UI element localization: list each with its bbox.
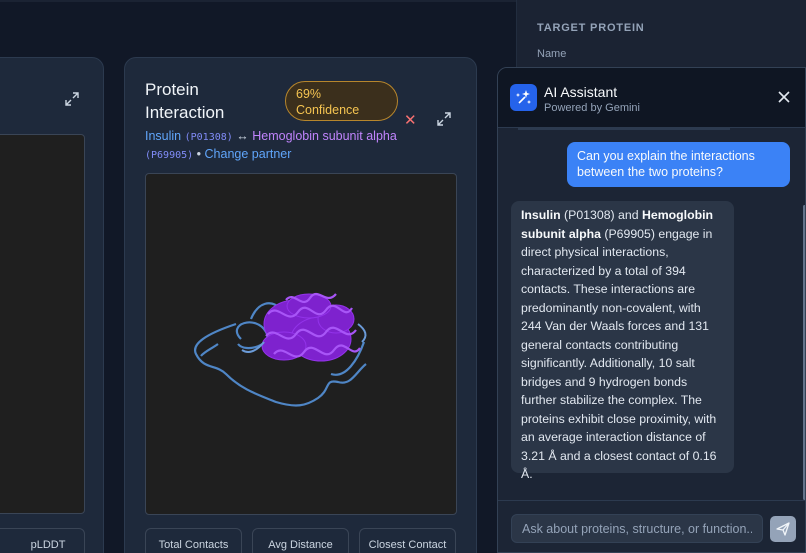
protein-a-name[interactable]: Insulin	[145, 129, 181, 143]
name-label: Name	[537, 48, 567, 60]
protein-a-id: (P01308)	[184, 132, 233, 143]
assistant-header: AI Assistant Powered by Gemini	[498, 68, 805, 128]
send-button[interactable]	[770, 516, 796, 542]
change-partner-link[interactable]: Change partner	[205, 147, 292, 161]
user-message: Can you explain the interactions between…	[567, 142, 790, 187]
assistant-message: Insulin (P01308) and Hemoglobin subunit …	[511, 201, 734, 481]
send-icon	[776, 522, 790, 536]
card-title: Protein Interaction	[145, 80, 225, 122]
protein-complex-structure	[193, 292, 367, 407]
protein-interaction-card: Protein Interaction 69% Confidence ✕ Ins…	[124, 57, 477, 553]
separator-dot: •	[196, 147, 202, 161]
expand-icon[interactable]	[65, 92, 79, 106]
chat-input[interactable]	[511, 514, 763, 543]
ai-protein-a: Insulin	[521, 208, 561, 222]
protein-b-id: (P69905)	[145, 150, 194, 161]
sparkle-icon	[510, 84, 537, 111]
metric-avg-distance: Avg Distance	[252, 528, 349, 553]
ai-protein-a-id: (P01308) and	[560, 208, 642, 222]
assistant-title: AI Assistant	[544, 84, 618, 100]
metric-closest-contact: Closest Contact	[359, 528, 456, 553]
ai-assistant-panel: AI Assistant Powered by Gemini Can you e…	[497, 67, 806, 553]
protein-b-name[interactable]: Hemoglobin subunit alpha	[252, 129, 397, 143]
ai-message-body: (P69905) engage in direct physical inter…	[521, 226, 717, 482]
protein-ribbon-partial	[0, 135, 86, 515]
assistant-subtitle: Powered by Gemini	[544, 102, 640, 114]
structure-card-partial: pLDDT	[0, 57, 104, 553]
remove-partner-icon[interactable]: ✕	[404, 111, 417, 129]
expand-icon[interactable]	[437, 112, 451, 126]
interaction-3d-viewer[interactable]	[145, 173, 457, 515]
interaction-arrow: ↔	[236, 129, 249, 143]
chat-input-area	[498, 500, 805, 552]
metric-total-contacts: Total Contacts	[145, 528, 242, 553]
confidence-badge: 69% Confidence	[285, 81, 398, 121]
previous-message-edge	[518, 128, 730, 130]
target-protein-label: TARGET PROTEIN	[537, 22, 645, 34]
close-icon[interactable]	[776, 89, 792, 105]
top-divider	[0, 0, 516, 2]
partner-line: Insulin (P01308) ↔ Hemoglobin subunit al…	[145, 128, 435, 164]
metric-plddt: pLDDT	[0, 528, 85, 553]
structure-viewer-partial[interactable]	[0, 134, 85, 514]
